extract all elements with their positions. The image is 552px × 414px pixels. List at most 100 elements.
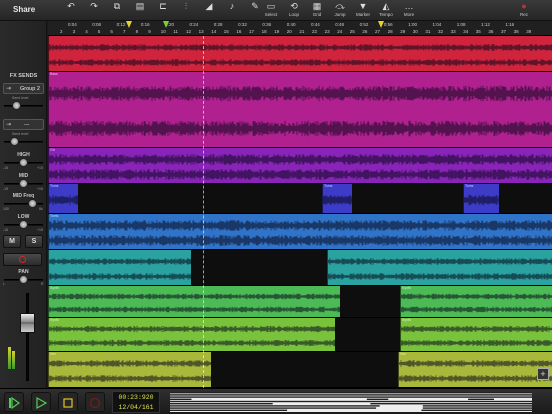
ruler-bar-label: 14 [211, 29, 217, 34]
track-lane[interactable]: Bass [48, 72, 552, 148]
send1-level-slider[interactable] [4, 105, 43, 107]
track-lane[interactable]: Synth Synth [48, 286, 552, 318]
toolbar-copy-button[interactable]: ⧉ [106, 1, 128, 20]
toolbar-trim-button[interactable]: ⊏ [152, 1, 174, 20]
send2-level-knob[interactable] [10, 137, 19, 146]
send1-level-knob[interactable] [12, 101, 21, 110]
overview-clip [170, 400, 532, 403]
add-track-button[interactable]: + [537, 368, 549, 380]
send1-selector[interactable]: ⇥ Group 2 [3, 83, 44, 94]
toolbar-grid-button[interactable]: ▦ Grid [306, 1, 328, 20]
volume-fader-track[interactable] [26, 293, 29, 381]
audio-clip[interactable]: Toms [322, 184, 352, 213]
pan-left-label: L [3, 282, 5, 286]
time-readout: 00:23:920 [118, 394, 154, 401]
ruler-bar-label: 34 [463, 29, 469, 34]
waveform [399, 360, 552, 382]
ruler-bar-label: 30 [412, 29, 418, 34]
toolbar-redo-button[interactable]: ↷ [83, 1, 105, 20]
toolbar-loop-button[interactable]: ⟲ Loop [283, 1, 305, 20]
audio-clip[interactable]: Gtr [48, 148, 552, 183]
ruler-time-label: 0:08 [92, 22, 102, 27]
waveform [49, 85, 552, 137]
track-lane[interactable]: Synth Synth [48, 318, 552, 352]
eq-high-knob[interactable] [19, 158, 28, 167]
audio-clip[interactable]: Toms [463, 184, 499, 213]
volume-fader-handle[interactable] [20, 313, 35, 333]
eq-midfreq-label: MID Freq [12, 193, 35, 199]
audio-clip[interactable] [48, 36, 552, 71]
audio-clip[interactable]: Synth [48, 286, 340, 317]
more-icon: … [404, 1, 414, 11]
toolbar-select-button[interactable]: ▭ Select [260, 1, 282, 20]
paste-icon: ▤ [135, 1, 145, 11]
eq-midfreq-knob[interactable] [28, 199, 37, 208]
ruler-time-label: 0:48 [335, 22, 345, 27]
play-icon[interactable] [31, 392, 51, 412]
toolbar-undo-button[interactable]: ↶ [60, 1, 82, 20]
solo-button[interactable]: S [25, 235, 43, 248]
top-toolbar: Share ↶ ↷ ⧉ ▤ ⊏ ⫶ ◢ ♪ ✎ ▭ Select ⟲ Loop ▦ Grid ⤼ Jump ▼ Ma… [0, 0, 552, 21]
record-icon[interactable] [85, 392, 105, 412]
copy-icon: ⧉ [113, 1, 121, 11]
ruler-time-label: 1:08 [456, 22, 466, 27]
toolbar-tempo-button[interactable]: ◭ Tempo [375, 1, 397, 20]
timeline-marker[interactable] [126, 21, 132, 28]
toolbar-volume-button[interactable]: ♪ [221, 1, 243, 20]
toolbar-paste-button[interactable]: ▤ [129, 1, 151, 20]
track-lane[interactable]: Vox Vox [48, 352, 552, 388]
fade-icon: ◢ [205, 1, 213, 11]
share-button[interactable]: Share [13, 5, 35, 14]
jump-icon: ⤼ [335, 1, 345, 11]
track-lane[interactable]: Toms [48, 214, 552, 250]
toolbar-fade-button[interactable]: ◢ [198, 1, 220, 20]
send2-selector[interactable]: ⇥ --- [3, 119, 44, 130]
track-lane[interactable]: Gtr [48, 148, 552, 184]
audio-clip[interactable]: Toms [48, 214, 552, 249]
audio-clip[interactable] [48, 250, 191, 285]
ruler-bar-label: 18 [261, 29, 267, 34]
ruler-bar-label: 12 [186, 29, 192, 34]
pan-knob[interactable] [19, 275, 28, 284]
toolbar-more-button[interactable]: … More [398, 1, 420, 20]
audio-clip[interactable]: Toms [48, 184, 78, 213]
redo-icon: ↷ [90, 1, 98, 11]
timeline-marker[interactable] [163, 21, 169, 28]
track-lane[interactable]: Toms Toms Toms [48, 184, 552, 214]
send2-name: --- [24, 122, 30, 128]
audio-clip[interactable] [327, 250, 552, 285]
ruler-bar-label: 31 [425, 29, 431, 34]
audio-clip[interactable]: Bass [48, 72, 552, 147]
play-from-start-icon[interactable] [4, 392, 24, 412]
toolbar-split-button[interactable]: ⫶ [175, 1, 197, 20]
tracks-area[interactable]: Bass Gtr Toms Toms Toms Toms Synth Synth Synth Sy… [48, 36, 552, 388]
track-lane[interactable] [48, 36, 552, 72]
eq-low-knob[interactable] [19, 220, 28, 229]
record-arm-button[interactable] [3, 253, 42, 266]
timeline-marker[interactable] [378, 21, 384, 28]
audio-clip[interactable]: Synth [400, 318, 552, 351]
ruler-time-label: 0:40 [286, 22, 296, 27]
stop-icon[interactable] [58, 392, 78, 412]
audio-clip[interactable]: Vox [48, 352, 211, 387]
toolbar-marker-button[interactable]: ▼ Marker [352, 1, 374, 20]
toolbar-button-label: Loop [288, 12, 299, 17]
timeline-ruler[interactable]: 0:04 0:08 0:12 0:16 0:20 0:24 0:28 0:32 0:36 0:40… [48, 21, 552, 36]
audio-clip[interactable]: Vox [398, 352, 552, 387]
song-overview[interactable] [170, 392, 532, 412]
send2-level-label: Send level [12, 132, 29, 136]
mute-button[interactable]: M [3, 235, 21, 248]
toolbar-jump-button[interactable]: ⤼ Jump [329, 1, 351, 20]
ruler-bar-label: 23 [324, 29, 330, 34]
toolbar-record-button[interactable]: ● Rec [513, 1, 535, 20]
toolbar-button-label: More [403, 12, 415, 17]
overview-clip [366, 398, 389, 400]
eq-mid-knob[interactable] [19, 179, 28, 188]
select-icon: ▭ [266, 1, 276, 11]
eq-midfreq-slider[interactable] [4, 203, 43, 205]
track-lane[interactable] [48, 250, 552, 286]
audio-clip[interactable]: Synth [400, 286, 552, 317]
playhead[interactable] [203, 36, 204, 388]
audio-clip[interactable]: Synth [48, 318, 335, 351]
daw-app: Share ↶ ↷ ⧉ ▤ ⊏ ⫶ ◢ ♪ ✎ ▭ Select ⟲ Loop ▦ Grid ⤼ Jump ▼ Ma… [0, 0, 552, 414]
